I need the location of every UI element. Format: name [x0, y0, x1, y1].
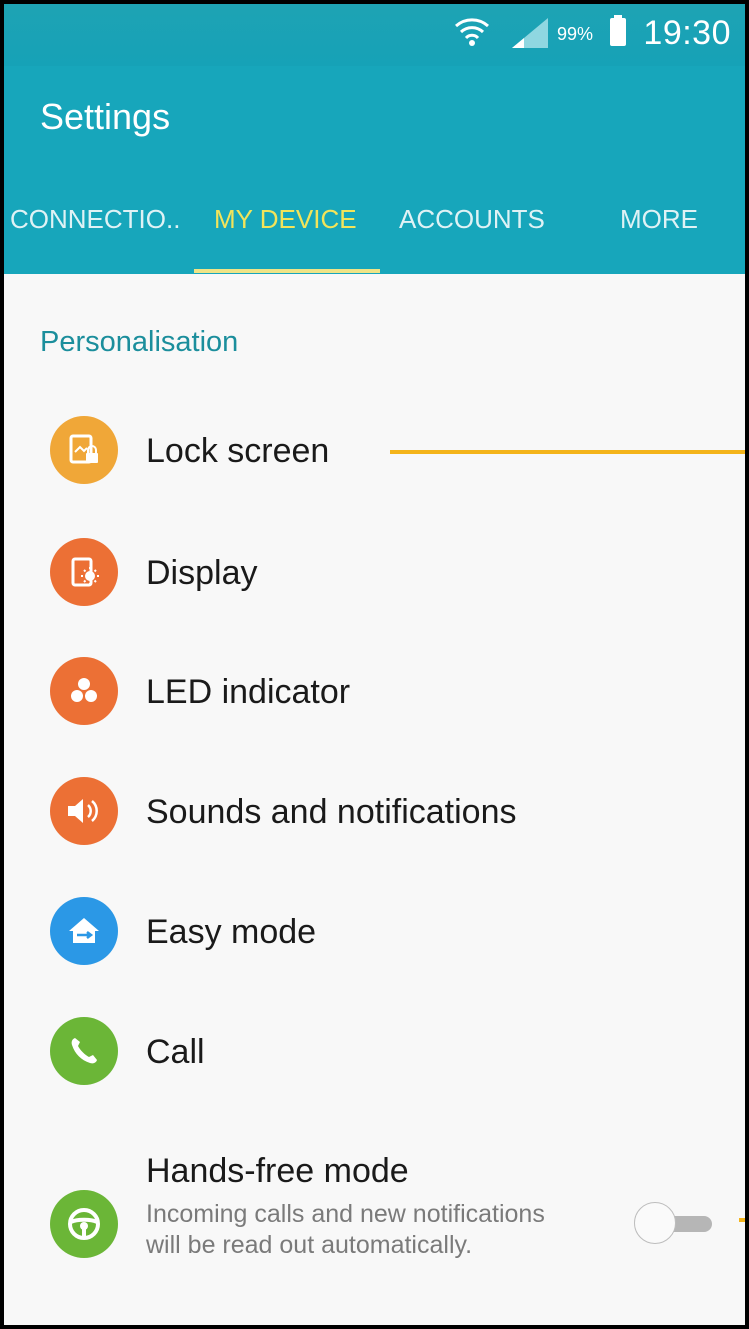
item-subtitle: Incoming calls and new notifications wil… — [146, 1200, 545, 1259]
battery-icon — [610, 15, 626, 46]
app-bar: 99% 19:30 Settings CONNECTIO.. MY DEVICE… — [4, 4, 745, 274]
lock-screen-icon — [50, 416, 118, 484]
tab-bar: CONNECTIO.. MY DEVICE ACCOUNTS MORE — [4, 199, 745, 274]
tab-accounts[interactable]: ACCOUNTS — [399, 204, 545, 235]
battery-percent: 99% — [557, 24, 594, 44]
item-label: Hands-free mode — [146, 1152, 409, 1190]
page-title: Settings — [40, 96, 171, 137]
item-label: Easy mode — [146, 913, 317, 951]
signal-icon — [512, 18, 548, 48]
active-tab-indicator — [194, 269, 380, 273]
speaker-icon — [50, 777, 118, 845]
item-label: Call — [146, 1033, 205, 1071]
list-item-easy-mode[interactable]: Easy mode — [4, 880, 745, 980]
item-label: LED indicator — [146, 673, 351, 711]
status-time: 19:30 — [643, 14, 731, 52]
tab-more[interactable]: MORE — [620, 204, 698, 235]
item-label: Sounds and notifications — [146, 793, 517, 831]
tab-connections[interactable]: CONNECTIO.. — [10, 204, 180, 235]
annotation-line — [390, 450, 745, 454]
wifi-icon — [455, 18, 489, 46]
status-bar: 99% 19:30 — [4, 4, 745, 66]
list-item-sounds-notifications[interactable]: Sounds and notifications — [4, 760, 745, 860]
toggle-knob — [634, 1202, 676, 1244]
list-item-display[interactable]: Display — [4, 520, 745, 620]
phone-icon — [50, 1017, 118, 1085]
steering-wheel-icon — [50, 1190, 118, 1258]
hands-free-toggle[interactable] — [634, 1200, 722, 1248]
section-header: Personalisation — [40, 326, 239, 358]
item-label: Lock screen — [146, 432, 330, 470]
annotation-line — [739, 1218, 745, 1222]
display-icon — [50, 538, 118, 606]
item-label: Display — [146, 554, 258, 592]
easy-mode-home-icon — [50, 897, 118, 965]
phone-screen: 99% 19:30 Settings CONNECTIO.. MY DEVICE… — [4, 4, 745, 1325]
led-indicator-icon — [50, 657, 118, 725]
list-item-call[interactable]: Call — [4, 1000, 745, 1100]
tab-my-device[interactable]: MY DEVICE — [214, 204, 357, 235]
list-item-led-indicator[interactable]: LED indicator — [4, 640, 745, 740]
